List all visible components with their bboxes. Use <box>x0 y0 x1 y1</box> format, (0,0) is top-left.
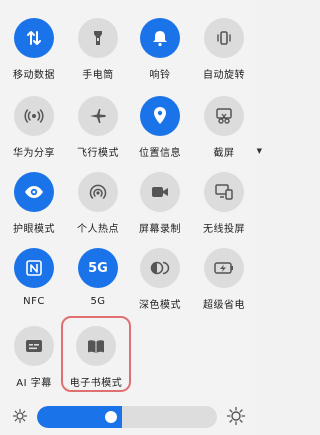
hotspot-icon <box>78 172 118 212</box>
tile-label: 深色模式 <box>139 300 181 311</box>
flashlight-icon <box>78 18 118 58</box>
power-saving-icon <box>204 248 244 288</box>
tile-screenshot[interactable]: 截屏 ▼ <box>192 96 262 162</box>
screen-record-icon <box>140 172 180 212</box>
tile-label: 护眼模式 <box>13 224 55 235</box>
brightness-control <box>0 402 258 432</box>
ebook-highlight-frame <box>61 316 131 392</box>
mobile-data-icon <box>14 18 54 58</box>
5g-icon-text: 5G <box>88 260 108 276</box>
tile-wireless-projection[interactable]: 无线投屏 <box>192 172 256 238</box>
brightness-low-icon <box>12 408 28 424</box>
tile-label: 手电筒 <box>82 70 114 81</box>
brightness-knob[interactable] <box>105 411 117 423</box>
caret-down-icon[interactable]: ▼ <box>257 147 262 155</box>
tile-label: 个人热点 <box>77 224 119 235</box>
tile-label: 超级省电 <box>203 300 245 311</box>
tile-auto-rotate[interactable]: 自动旋转 <box>192 18 256 84</box>
tile-label: 飞行模式 <box>77 148 119 159</box>
brightness-high-icon <box>226 406 246 426</box>
tile-nfc[interactable]: NFC <box>2 248 66 314</box>
tile-5g[interactable]: 5G 5G <box>66 248 130 314</box>
bell-icon <box>140 18 180 58</box>
tile-airplane-mode[interactable]: 飞行模式 <box>66 96 130 162</box>
dark-mode-icon <box>140 248 180 288</box>
tile-label: 自动旋转 <box>203 70 245 81</box>
screenshot-icon <box>204 96 244 136</box>
tile-label: NFC <box>23 296 45 307</box>
wireless-projection-icon <box>204 172 244 212</box>
tile-label: 移动数据 <box>13 70 55 81</box>
airplane-icon <box>78 96 118 136</box>
tile-huawei-share[interactable]: 华为分享 <box>2 96 66 162</box>
tile-label: 截屏 <box>213 148 235 159</box>
tile-label: 5G <box>90 296 106 307</box>
tile-ai-subtitle[interactable]: AI 字幕 <box>2 326 66 392</box>
eye-comfort-icon <box>14 172 54 212</box>
5g-icon: 5G <box>78 248 118 288</box>
quick-settings-panel: 移动数据 手电筒 响铃 自动旋转 华为分享 飞行模式 位置信息 截屏 ▼ 护眼模… <box>0 0 262 435</box>
brightness-slider[interactable] <box>37 406 217 428</box>
tile-mobile-data[interactable]: 移动数据 <box>2 18 66 84</box>
tile-label: 响铃 <box>149 70 171 81</box>
tile-ring[interactable]: 响铃 <box>128 18 192 84</box>
tile-label: 无线投屏 <box>203 224 245 235</box>
tile-label: AI 字幕 <box>16 378 52 389</box>
tile-flashlight[interactable]: 手电筒 <box>66 18 130 84</box>
auto-rotate-icon <box>204 18 244 58</box>
tile-eye-comfort[interactable]: 护眼模式 <box>2 172 66 238</box>
tile-location[interactable]: 位置信息 <box>128 96 192 162</box>
nfc-icon <box>14 248 54 288</box>
tile-label: 屏幕录制 <box>139 224 181 235</box>
tile-screen-record[interactable]: 屏幕录制 <box>128 172 192 238</box>
tile-label: 华为分享 <box>13 148 55 159</box>
tile-power-saving[interactable]: 超级省电 <box>192 248 256 314</box>
tile-hotspot[interactable]: 个人热点 <box>66 172 130 238</box>
huawei-share-icon <box>14 96 54 136</box>
tile-label: 位置信息 <box>139 148 181 159</box>
ai-subtitle-icon <box>14 326 54 366</box>
location-icon <box>140 96 180 136</box>
tile-dark-mode[interactable]: 深色模式 <box>128 248 192 314</box>
